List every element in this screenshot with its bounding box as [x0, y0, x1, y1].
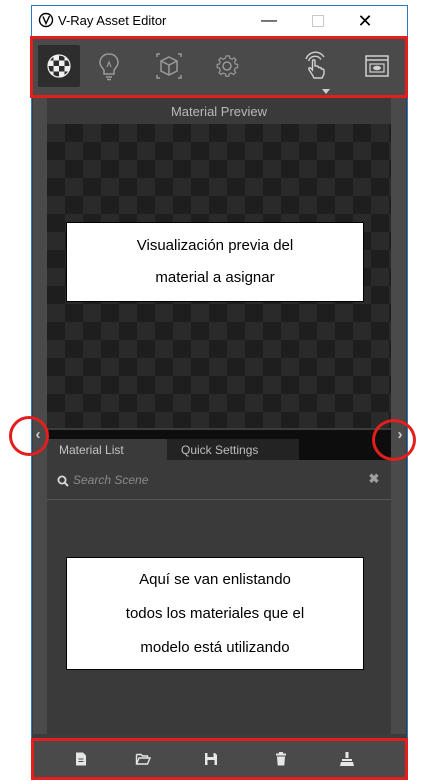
list-callout-line: Aquí se van enlistando — [139, 571, 291, 588]
tab-material-list[interactable]: Material List — [47, 439, 167, 460]
window-title: V-Ray Asset Editor — [58, 13, 167, 28]
vray-logo-icon — [38, 12, 54, 28]
preview-callout-line: material a asignar — [155, 269, 275, 286]
search-input[interactable] — [73, 471, 333, 489]
bottom-bar-highlight-box — [31, 738, 408, 780]
toolbar-highlight-box — [30, 36, 408, 98]
list-callout-line: todos los materiales que el — [125, 605, 305, 622]
right-collapse-strip — [391, 96, 406, 734]
minimize-button[interactable]: — — [254, 8, 284, 34]
preview-callout-line: Visualización previa del — [136, 237, 294, 254]
search-bar: ✖ — [47, 460, 391, 500]
list-tabs-bar: Material List Quick Settings — [47, 430, 391, 460]
search-icon — [57, 474, 69, 487]
list-callout-line: modelo está utilizando — [140, 639, 290, 656]
material-preview-header: Material Preview — [47, 98, 391, 124]
right-arrow-highlight-circle — [372, 419, 416, 461]
left-arrow-highlight-circle — [9, 416, 49, 456]
title-bar[interactable]: V-Ray Asset Editor — ✕ — [32, 6, 407, 36]
left-collapse-strip — [33, 96, 47, 734]
preview-annotation-callout: Visualización previa del material a asig… — [66, 222, 364, 302]
list-annotation-callout: Aquí se van enlistando todos los materia… — [66, 557, 364, 670]
maximize-button[interactable] — [303, 8, 333, 34]
maximize-icon — [312, 15, 324, 27]
close-button[interactable]: ✕ — [350, 8, 380, 34]
clear-search-icon[interactable]: ✖ — [367, 471, 381, 487]
tab-quick-settings[interactable]: Quick Settings — [167, 439, 299, 460]
